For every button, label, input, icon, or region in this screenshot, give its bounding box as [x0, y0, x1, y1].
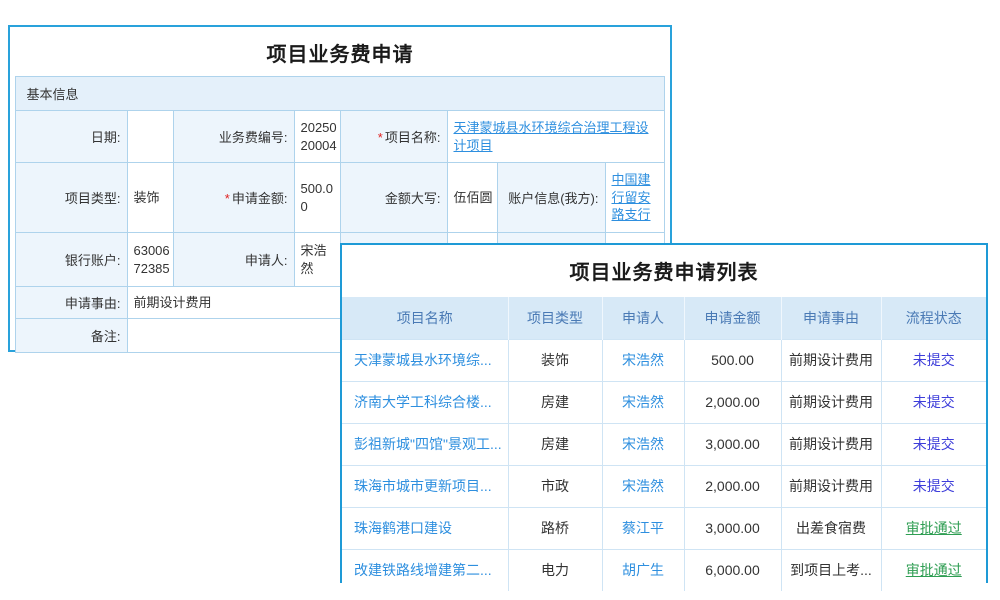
applicant-value: 宋浩然 — [295, 233, 341, 287]
page: 项目业务费申请 基本信息 日期: 业务费编号: 2025020004 *项目名称… — [0, 0, 1000, 600]
table-row: 济南大学工科综合楼... 房建 宋浩然 2,000.00 前期设计费用 未提交 — [342, 381, 986, 423]
form-title: 项目业务费申请 — [10, 38, 670, 67]
remark-label: 备注: — [16, 319, 128, 353]
applicant-link[interactable]: 宋浩然 — [622, 478, 664, 494]
table-row: 天津蒙城县水环境综... 装饰 宋浩然 500.00 前期设计费用 未提交 — [342, 339, 986, 381]
project-name-link[interactable]: 改建铁路线增建第二... — [354, 562, 492, 578]
project-name-cell: 彭祖新城"四馆"景观工... — [342, 423, 508, 465]
project-name-link[interactable]: 珠海鹤港口建设 — [354, 520, 452, 536]
project-name-link[interactable]: 天津蒙城县水环境综合治理工程设计项目 — [453, 120, 648, 153]
applicant-cell: 宋浩然 — [602, 381, 684, 423]
status-link[interactable]: 未提交 — [913, 478, 955, 494]
column-header-applicant: 申请人 — [602, 297, 684, 339]
reason-cell: 前期设计费用 — [781, 465, 881, 507]
column-header-reason: 申请事由 — [781, 297, 881, 339]
reason-cell: 到项目上考... — [781, 549, 881, 591]
apply-reason-label: 申请事由: — [16, 287, 128, 319]
project-name-label: *项目名称: — [341, 111, 448, 163]
amount-cell: 500.00 — [684, 339, 781, 381]
applicant-cell: 宋浩然 — [602, 423, 684, 465]
bank-account-value: 6300672385 — [128, 233, 174, 287]
bank-account-label: 银行账户: — [16, 233, 128, 287]
project-name-link[interactable]: 彭祖新城"四馆"景观工... — [354, 436, 502, 452]
date-label: 日期: — [16, 111, 128, 163]
amount-caps-label: 金额大写: — [341, 163, 448, 233]
status-link[interactable]: 未提交 — [913, 394, 955, 410]
amount-cell: 3,000.00 — [684, 507, 781, 549]
business-fee-list-panel: 项目业务费申请列表 项目名称 项目类型 申请人 申请金额 申请事由 流程状态 — [340, 243, 988, 583]
status-link[interactable]: 未提交 — [913, 436, 955, 452]
project-type-value: 装饰 — [128, 163, 174, 233]
project-type-cell: 房建 — [508, 381, 602, 423]
status-link[interactable]: 审批通过 — [906, 562, 962, 578]
status-link[interactable]: 未提交 — [913, 352, 955, 368]
account-info-label: 账户信息(我方): — [498, 163, 606, 233]
section-header-basic-info: 基本信息 — [16, 77, 664, 111]
fee-no-value: 2025020004 — [295, 111, 341, 163]
reason-cell: 前期设计费用 — [781, 339, 881, 381]
table-row: 彭祖新城"四馆"景观工... 房建 宋浩然 3,000.00 前期设计费用 未提… — [342, 423, 986, 465]
applicant-link[interactable]: 蔡江平 — [622, 520, 664, 536]
amount-caps-value: 伍佰圆 — [448, 163, 498, 233]
reason-cell: 前期设计费用 — [781, 423, 881, 465]
project-name-link[interactable]: 珠海市城市更新项目... — [354, 478, 492, 494]
list-header-row: 项目名称 项目类型 申请人 申请金额 申请事由 流程状态 — [342, 297, 986, 339]
column-header-project-type: 项目类型 — [508, 297, 602, 339]
table-row: 珠海市城市更新项目... 市政 宋浩然 2,000.00 前期设计费用 未提交 — [342, 465, 986, 507]
fee-no-label: 业务费编号: — [174, 111, 295, 163]
applicant-cell: 胡广生 — [602, 549, 684, 591]
project-type-cell: 房建 — [508, 423, 602, 465]
list-table: 项目名称 项目类型 申请人 申请金额 申请事由 流程状态 天津蒙城县水环境综..… — [342, 297, 986, 591]
project-type-cell: 路桥 — [508, 507, 602, 549]
reason-cell: 出差食宿费 — [781, 507, 881, 549]
amount-cell: 2,000.00 — [684, 381, 781, 423]
project-name-cell: 改建铁路线增建第二... — [342, 549, 508, 591]
project-type-cell: 电力 — [508, 549, 602, 591]
applicant-link[interactable]: 宋浩然 — [622, 352, 664, 368]
project-type-cell: 装饰 — [508, 339, 602, 381]
project-type-cell: 市政 — [508, 465, 602, 507]
required-mark: * — [378, 130, 383, 145]
status-cell: 审批通过 — [881, 507, 986, 549]
table-row: 改建铁路线增建第二... 电力 胡广生 6,000.00 到项目上考... 审批… — [342, 549, 986, 591]
amount-cell: 3,000.00 — [684, 423, 781, 465]
apply-amount-label: *申请金额: — [174, 163, 295, 233]
form-row-1: 日期: 业务费编号: 2025020004 *项目名称: 天津蒙城县水环境综合治… — [16, 111, 664, 163]
applicant-link[interactable]: 胡广生 — [622, 562, 664, 578]
project-type-label: 项目类型: — [16, 163, 128, 233]
applicant-link[interactable]: 宋浩然 — [622, 436, 664, 452]
required-mark: * — [225, 191, 230, 206]
status-cell: 未提交 — [881, 465, 986, 507]
project-name-link[interactable]: 天津蒙城县水环境综... — [354, 352, 492, 368]
project-name-cell: 济南大学工科综合楼... — [342, 381, 508, 423]
status-link[interactable]: 审批通过 — [906, 520, 962, 536]
date-value — [128, 111, 174, 163]
project-name-cell: 珠海市城市更新项目... — [342, 465, 508, 507]
apply-amount-value: 500.00 — [295, 163, 341, 233]
form-row-2: 项目类型: 装饰 *申请金额: 500.00 金额大写: 伍佰圆 账户信息(我方… — [16, 163, 664, 233]
amount-cell: 2,000.00 — [684, 465, 781, 507]
status-cell: 未提交 — [881, 339, 986, 381]
reason-cell: 前期设计费用 — [781, 381, 881, 423]
project-name-value: 天津蒙城县水环境综合治理工程设计项目 — [448, 111, 664, 163]
project-name-cell: 珠海鹤港口建设 — [342, 507, 508, 549]
column-header-status: 流程状态 — [881, 297, 986, 339]
amount-cell: 6,000.00 — [684, 549, 781, 591]
applicant-cell: 宋浩然 — [602, 465, 684, 507]
project-name-cell: 天津蒙城县水环境综... — [342, 339, 508, 381]
status-cell: 未提交 — [881, 381, 986, 423]
status-cell: 未提交 — [881, 423, 986, 465]
applicant-label: 申请人: — [174, 233, 295, 287]
applicant-link[interactable]: 宋浩然 — [622, 394, 664, 410]
table-row: 珠海鹤港口建设 路桥 蔡江平 3,000.00 出差食宿费 审批通过 — [342, 507, 986, 549]
list-title: 项目业务费申请列表 — [342, 256, 986, 285]
project-name-link[interactable]: 济南大学工科综合楼... — [354, 394, 492, 410]
status-cell: 审批通过 — [881, 549, 986, 591]
applicant-cell: 蔡江平 — [602, 507, 684, 549]
account-info-value: 中国建行留安路支行 — [606, 163, 664, 233]
applicant-cell: 宋浩然 — [602, 339, 684, 381]
column-header-amount: 申请金额 — [684, 297, 781, 339]
account-info-link[interactable]: 中国建行留安路支行 — [611, 172, 650, 222]
column-header-project-name: 项目名称 — [342, 297, 508, 339]
